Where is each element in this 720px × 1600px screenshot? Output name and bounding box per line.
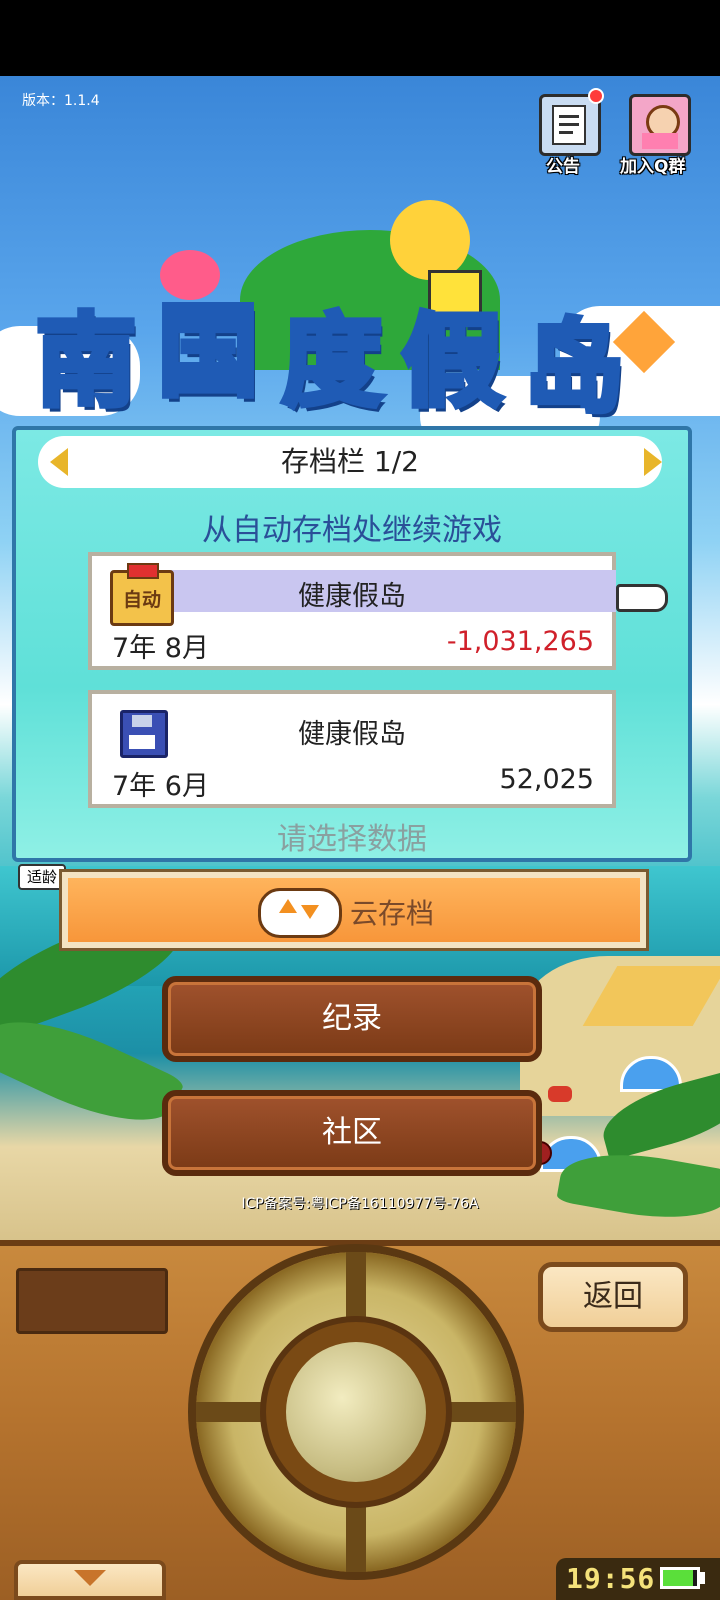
select-data-hint: 请选择数据 bbox=[277, 822, 427, 857]
logo-char: 岛 bbox=[521, 306, 627, 429]
dpad-center-button[interactable] bbox=[286, 1342, 426, 1482]
notice-board-icon bbox=[552, 105, 586, 145]
notice-button[interactable] bbox=[539, 94, 601, 156]
save-panel-title: 存档栏 1/2 bbox=[281, 445, 419, 478]
community-button[interactable]: 社区 bbox=[162, 1090, 542, 1176]
slot-funds: -1,031,265 bbox=[446, 626, 594, 657]
qq-group-label: 加入Q群 bbox=[620, 157, 686, 177]
game-logo: 南 国 度 假 岛 bbox=[30, 190, 690, 430]
slot-date: 7年 8月 bbox=[112, 633, 209, 664]
logo-char: 假 bbox=[399, 300, 505, 423]
slot-island-name: 健康假岛 bbox=[298, 581, 406, 612]
logo-char: 南 bbox=[33, 300, 139, 423]
slot-funds: 52,025 bbox=[499, 764, 594, 795]
save-slot-1[interactable]: 健康假岛 7年 6月 52,025 bbox=[88, 690, 616, 808]
left-slot-button[interactable] bbox=[16, 1268, 168, 1334]
menu-toggle-button[interactable] bbox=[14, 1560, 166, 1600]
battery-tip bbox=[700, 1572, 705, 1584]
cloud-save-button[interactable]: 云存档 bbox=[59, 869, 649, 951]
sun-icon bbox=[390, 200, 470, 280]
logo-char: 度 bbox=[279, 300, 385, 423]
community-label: 社区 bbox=[322, 1115, 382, 1150]
cloud-sync-icon bbox=[258, 888, 342, 938]
pointing-hand-icon bbox=[616, 584, 668, 612]
battery-level bbox=[663, 1570, 693, 1586]
save-slot-auto[interactable]: 自动 健康假岛 7年 8月 -1,031,265 bbox=[88, 552, 616, 670]
clock-time: 19:56 bbox=[566, 1562, 656, 1595]
slot-island-name: 健康假岛 bbox=[298, 719, 406, 750]
records-label: 纪录 bbox=[322, 1001, 382, 1036]
logo-char: 国 bbox=[155, 290, 261, 413]
icp-registration-text: ICP备案号:粤ICP备16110977号-76A bbox=[241, 1196, 479, 1212]
down-arrow-icon bbox=[74, 1570, 106, 1586]
continue-from-autosave-link[interactable]: 从自动存档处继续游戏 bbox=[12, 505, 692, 549]
version-label: 版本：1.1.4 bbox=[22, 93, 100, 109]
notification-dot bbox=[588, 88, 604, 104]
records-button[interactable]: 纪录 bbox=[162, 976, 542, 1062]
back-button[interactable]: 返回 bbox=[538, 1262, 688, 1332]
slot-date: 7年 6月 bbox=[112, 771, 209, 802]
age-rating-tag[interactable]: 适龄 bbox=[18, 864, 66, 890]
top-status-band bbox=[0, 0, 720, 76]
crab-icon bbox=[548, 1086, 572, 1102]
cloud-save-label: 云存档 bbox=[350, 897, 435, 930]
controller-edge bbox=[0, 1240, 720, 1246]
notice-label: 公告 bbox=[546, 157, 580, 177]
join-qq-group-button[interactable] bbox=[629, 94, 691, 156]
